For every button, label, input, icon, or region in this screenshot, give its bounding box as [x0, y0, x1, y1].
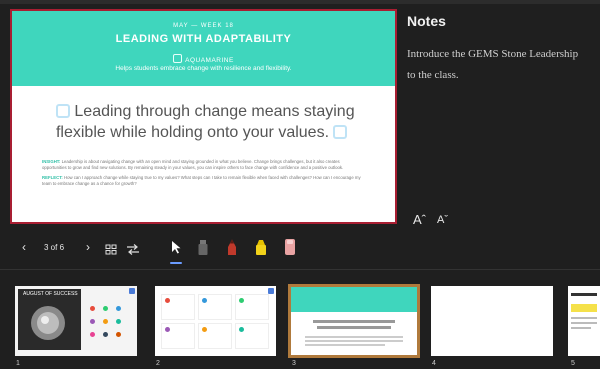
eraser-tool-icon[interactable] — [198, 239, 208, 261]
slide-header-band: MAY — WEEK 18 LEADING WITH ADAPTABILITY … — [12, 11, 395, 86]
open-quote-icon — [56, 104, 71, 118]
gem-dot — [103, 319, 108, 324]
thumb5-header — [571, 293, 597, 296]
thumb2-card — [235, 294, 269, 320]
laser-pointer-tool-icon[interactable] — [284, 238, 296, 261]
thumb3-body-line — [305, 340, 403, 342]
slide-thumbnail-2[interactable] — [155, 286, 276, 356]
decrease-font-button[interactable]: Aˇ — [437, 214, 448, 226]
thumb2-grid — [161, 294, 271, 350]
previous-slide-button[interactable]: ‹ — [22, 240, 26, 254]
reflect-key: REFLECT: — [42, 175, 63, 180]
swap-displays-icon[interactable] — [126, 242, 140, 260]
thumb5-line — [571, 327, 591, 329]
thumb3-body-line — [305, 344, 385, 346]
thumb2-card — [235, 323, 269, 349]
page-indicator: 3 of 6 — [44, 243, 65, 252]
active-tool-indicator — [170, 262, 182, 264]
gem-dot — [116, 332, 121, 337]
highlighter-tool-icon[interactable] — [254, 239, 268, 261]
window-top-edge — [0, 0, 600, 4]
gem-dot — [116, 319, 121, 324]
presenter-toolbar — [0, 232, 600, 266]
thumb3-text-line — [313, 320, 395, 323]
thumbnail-number-2: 2 — [156, 360, 160, 367]
thumb5-line — [571, 322, 597, 324]
gem-dot — [90, 319, 95, 324]
next-slide-button[interactable]: › — [86, 240, 90, 254]
notes-title: Notes — [407, 13, 446, 29]
grid-view-icon[interactable] — [105, 242, 117, 260]
notes-line-1: Introduce the GEMS Stone Leadership — [407, 48, 579, 60]
thumb5-line — [571, 317, 597, 319]
slide-paragraph-insight: INSIGHT: Leadership is about navigating … — [42, 159, 363, 171]
thumb2-card — [161, 323, 195, 349]
slide-thumbnail-3-selected[interactable] — [288, 284, 420, 358]
thumb2-card — [161, 294, 195, 320]
thumb5-highlight — [571, 304, 597, 312]
slide-paragraph-reflect: REFLECT: How can I approach change while… — [42, 175, 363, 187]
thumbnail-number-1: 1 — [16, 360, 20, 367]
notes-line-2: to the class. — [407, 69, 459, 81]
gem-dot — [103, 332, 108, 337]
slide-title: LEADING WITH ADAPTABILITY — [115, 33, 292, 45]
slide-thumbnail-1[interactable]: AUGUST OF SUCCESS — [15, 286, 137, 356]
slide-stone-label: AQUAMARINE — [12, 54, 395, 64]
slide-quote: Leading through change means staying fle… — [32, 101, 375, 143]
notes-text[interactable]: Introduce the GEMS Stone Leadership to t… — [407, 44, 600, 86]
slide-subtitle: Helps students embrace change with resil… — [115, 65, 292, 72]
slide-body: INSIGHT: Leadership is about navigating … — [42, 159, 363, 191]
insight-text: Leadership is about navigating change wi… — [42, 159, 344, 170]
thumb1-dot-grid — [88, 304, 130, 344]
close-quote-icon — [333, 125, 348, 139]
thumb3-header — [291, 287, 417, 312]
gem-icon — [173, 54, 183, 63]
increase-font-button[interactable]: Aˆ — [413, 212, 426, 227]
thumb1-title: AUGUST OF SUCCESS — [23, 291, 78, 297]
thumbnail-number-5: 5 — [571, 360, 575, 367]
thumbnail-number-4: 4 — [432, 360, 436, 367]
thumb3-body-line — [305, 336, 403, 338]
filmstrip-divider — [0, 269, 600, 270]
gem-dot — [90, 332, 95, 337]
pen-tool-icon[interactable] — [226, 239, 238, 261]
thumb1-image — [18, 289, 81, 350]
reflect-text: How can I approach change while staying … — [42, 175, 361, 186]
insight-key: INSIGHT: — [42, 159, 61, 164]
thumb1-corner-badge — [129, 288, 135, 294]
quote-line-2: flexible while holding onto your values. — [55, 124, 330, 141]
slide-thumbnail-4[interactable] — [431, 286, 553, 356]
slide-stone-name: AQUAMARINE — [185, 57, 234, 64]
quote-line-1: Leading through change means staying — [74, 103, 355, 120]
slide-week-label: MAY — WEEK 18 — [173, 23, 234, 29]
gem-dot — [103, 306, 108, 311]
gem-dot — [116, 306, 121, 311]
current-slide[interactable]: MAY — WEEK 18 LEADING WITH ADAPTABILITY … — [10, 9, 397, 224]
thumb2-card — [198, 294, 232, 320]
slide-thumbnail-5[interactable] — [568, 286, 600, 356]
thumbnail-number-3: 3 — [292, 360, 296, 367]
gem-dot — [90, 306, 95, 311]
thumb2-card — [198, 323, 232, 349]
pointer-tool-icon[interactable] — [171, 240, 182, 259]
thumb3-text-line — [317, 326, 391, 329]
gemstone-icon — [31, 306, 65, 340]
thumb2-corner-badge — [268, 288, 274, 294]
